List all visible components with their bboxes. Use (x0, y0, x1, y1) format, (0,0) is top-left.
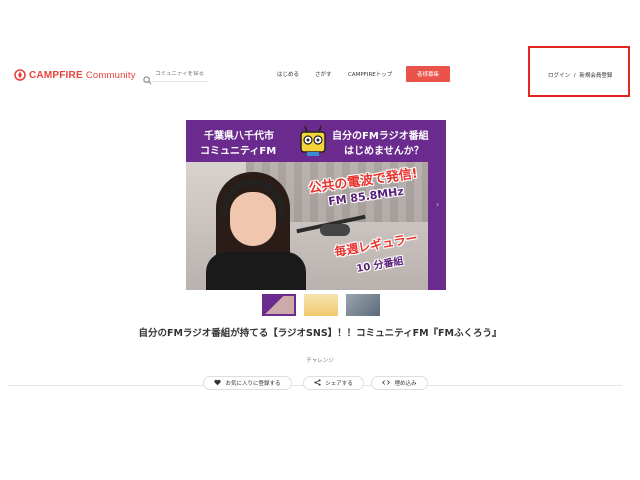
auth-links: ログイン / 新規会員登録 (547, 71, 613, 79)
host-shirt (206, 252, 306, 290)
owl-robot-icon (298, 124, 328, 158)
search-input[interactable] (155, 71, 205, 77)
heart-icon (214, 379, 222, 388)
share-button[interactable]: シェアする (303, 376, 364, 390)
banner-line-3: 自分のFMラジオ番組 (332, 131, 429, 142)
banner-line-4: はじめませんか？ (344, 146, 424, 157)
thumbnail-1[interactable] (262, 294, 296, 316)
nav-start[interactable]: はじめる (277, 70, 299, 78)
project-banner-image[interactable]: 千葉県八千代市 コミュニティFM 自分のFMラジオ番組 はじめませんか？ 公共の… (186, 120, 446, 290)
share-label: シェアする (325, 381, 353, 387)
thumbnail-2[interactable] (304, 294, 338, 316)
nav-search[interactable]: さがす (315, 70, 332, 78)
nav-campfire-top[interactable]: CAMPFIREトップ (348, 70, 392, 78)
favorite-label: お気に入りに登録する (225, 381, 281, 387)
search-box[interactable] (143, 67, 208, 84)
signup-link[interactable]: 新規会員登録 (579, 73, 612, 79)
project-title: 自分のFMラジオ番組が持てる【ラジオSNS】！！コミュニティFM『FMふくろう』 (138, 328, 502, 339)
project-owner[interactable]: チャレンジ (295, 356, 345, 364)
favorite-button[interactable]: お気に入りに登録する (203, 376, 292, 390)
microphone-icon (320, 224, 350, 236)
search-icon (143, 70, 152, 84)
banner-line-2: コミュニティFM (200, 146, 277, 157)
recruit-button-label: 者様募集 (416, 72, 439, 78)
thumbnail-strip (262, 294, 380, 316)
code-icon (382, 379, 391, 388)
carousel-next-icon[interactable]: › (436, 200, 439, 209)
flame-logo-icon (14, 69, 26, 81)
recruit-button[interactable]: 者様募集 (406, 66, 450, 82)
embed-label: 埋め込み (394, 381, 417, 387)
logo-wordmark: CAMPFIRE Community (29, 69, 136, 81)
thumbnail-3[interactable] (346, 294, 380, 316)
auth-separator: / (573, 73, 576, 79)
banner-line-1: 千葉県八千代市 (204, 131, 274, 142)
share-icon (314, 378, 321, 388)
embed-button[interactable]: 埋め込み (371, 376, 428, 390)
banner-side-stripe (428, 162, 446, 290)
campfire-logo[interactable]: CAMPFIRE Community (14, 67, 136, 83)
login-link[interactable]: ログイン (548, 73, 570, 79)
